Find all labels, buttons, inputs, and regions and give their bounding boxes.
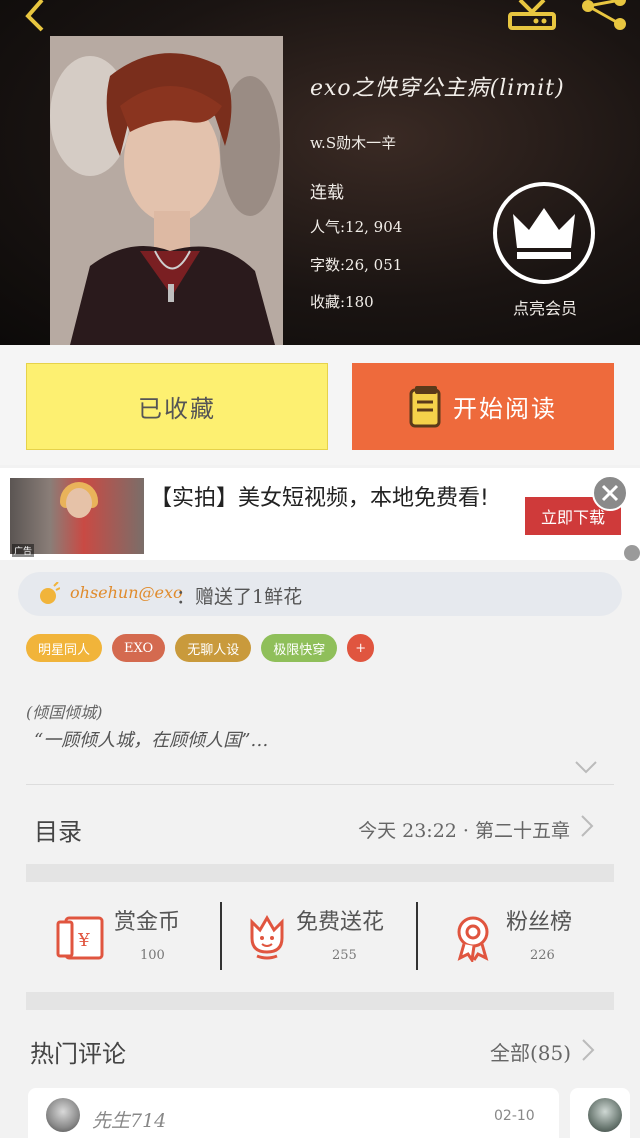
section-separator <box>26 992 614 1010</box>
start-reading-button[interactable]: 开始阅读 <box>352 363 614 450</box>
action-bar: 已收藏 开始阅读 <box>0 345 640 465</box>
book-meta: exo之快穿公主病(limit) w.S勋木一辛 连载 人气:12, 904 字… <box>310 70 565 311</box>
book-status: 连载 <box>310 183 344 203</box>
tag-pill[interactable]: EXO <box>112 634 166 662</box>
popularity-stat: 人气:12, 904 <box>310 218 403 236</box>
cover-portrait-illustration <box>50 36 283 345</box>
ad-headline[interactable]: 【实拍】美女短视频，本地免费看! <box>150 484 510 514</box>
toc-label: 目录 <box>34 818 82 846</box>
ad-thumbnail-image[interactable]: 广告 <box>10 478 144 557</box>
start-reading-label: 开始阅读 <box>453 395 557 423</box>
book-header: exo之快穿公主病(limit) w.S勋木一辛 连载 人气:12, 904 字… <box>0 0 640 345</box>
vip-crown-button[interactable] <box>493 182 595 284</box>
ad-thumbnail-face <box>66 488 92 518</box>
reward-fans-label: 粉丝榜 <box>506 910 573 935</box>
reward-flowers-count: 255 <box>332 948 357 963</box>
chevron-down-icon[interactable] <box>574 758 598 776</box>
reward-row: ¥ 赏金币 100 免费送花 255 粉丝榜 226 <box>26 882 614 990</box>
svg-text:¥: ¥ <box>77 930 90 951</box>
reward-fans-count: 226 <box>530 948 555 963</box>
latest-chapter: 今天 23:22 · 第二十五章 <box>358 820 570 842</box>
chevron-right-icon <box>581 815 594 837</box>
word-count-stat: 字数:26, 051 <box>310 256 403 274</box>
all-comments-link[interactable]: 全部(85) <box>490 1037 571 1066</box>
avatar[interactable] <box>46 1098 80 1132</box>
book-author[interactable]: w.S勋木一辛 <box>310 132 396 153</box>
tag-list: 明星同人 EXO 无聊人设 极限快穿 + <box>26 634 375 664</box>
speaker-icon <box>40 582 60 604</box>
share-icon <box>582 0 626 30</box>
ad-tag: 广告 <box>12 544 35 557</box>
comment-card[interactable]: 先生714 02-10 <box>28 1088 559 1138</box>
comment-username[interactable]: 先生714 <box>92 1106 166 1133</box>
reward-coins-count: 100 <box>140 948 165 963</box>
gift-text: ：赠送了1鲜花 <box>176 586 303 608</box>
flower-icon <box>250 915 284 960</box>
table-of-contents-row[interactable]: 目录 今天 23:22 · 第二十五章 <box>0 790 640 862</box>
medal-icon <box>457 916 489 962</box>
ad-close-button[interactable] <box>592 475 628 511</box>
tag-pill[interactable]: 无聊人设 <box>175 634 252 662</box>
reward-flowers-label: 免费送花 <box>296 910 385 935</box>
share-button[interactable] <box>580 0 632 34</box>
tag-pill[interactable]: 明星同人 <box>26 634 103 662</box>
back-arrow-icon <box>25 0 44 32</box>
reward-fans[interactable]: 粉丝榜 226 <box>418 882 614 990</box>
ad-info-icon[interactable] <box>624 545 640 561</box>
gift-sender[interactable]: ohsehun@exo <box>70 583 183 602</box>
gift-notification: ohsehun@exo ：赠送了1鲜花 <box>18 572 622 616</box>
book-cover-image[interactable] <box>50 36 283 345</box>
vip-label[interactable]: 点亮会员 <box>503 295 587 319</box>
back-button[interactable] <box>14 0 54 34</box>
download-icon <box>508 0 556 30</box>
avatar[interactable] <box>588 1098 622 1132</box>
intro-text: “一顾倾人城，在顾倾人国”… <box>34 730 269 751</box>
book-icon <box>409 385 441 427</box>
red-envelope-icon: ¥ <box>56 916 104 960</box>
divider <box>26 784 614 785</box>
crown-icon <box>513 208 575 259</box>
reward-coins-label: 赏金币 <box>114 910 181 935</box>
book-title: exo之快穿公主病(limit) <box>310 76 565 101</box>
hot-comments-title: 热门评论 <box>30 1040 126 1068</box>
close-icon <box>601 484 619 502</box>
section-separator <box>26 864 614 882</box>
chevron-right-icon[interactable] <box>580 1038 596 1062</box>
reward-flowers[interactable]: 免费送花 255 <box>222 882 418 990</box>
ad-banner[interactable]: 广告 【实拍】美女短视频，本地免费看! 立即下载 <box>0 468 640 560</box>
favorited-button[interactable]: 已收藏 <box>26 363 328 450</box>
tag-pill[interactable]: 极限快穿 <box>261 634 338 662</box>
tag-pill[interactable]: + <box>347 634 375 662</box>
download-button[interactable] <box>506 0 558 34</box>
reward-coins[interactable]: ¥ 赏金币 100 <box>26 882 222 990</box>
intro-heading: (倾国倾城) <box>26 703 103 722</box>
favorites-stat: 收藏:180 <box>310 293 374 311</box>
comment-date: 02-10 <box>494 1108 535 1124</box>
comment-card[interactable] <box>570 1088 630 1138</box>
